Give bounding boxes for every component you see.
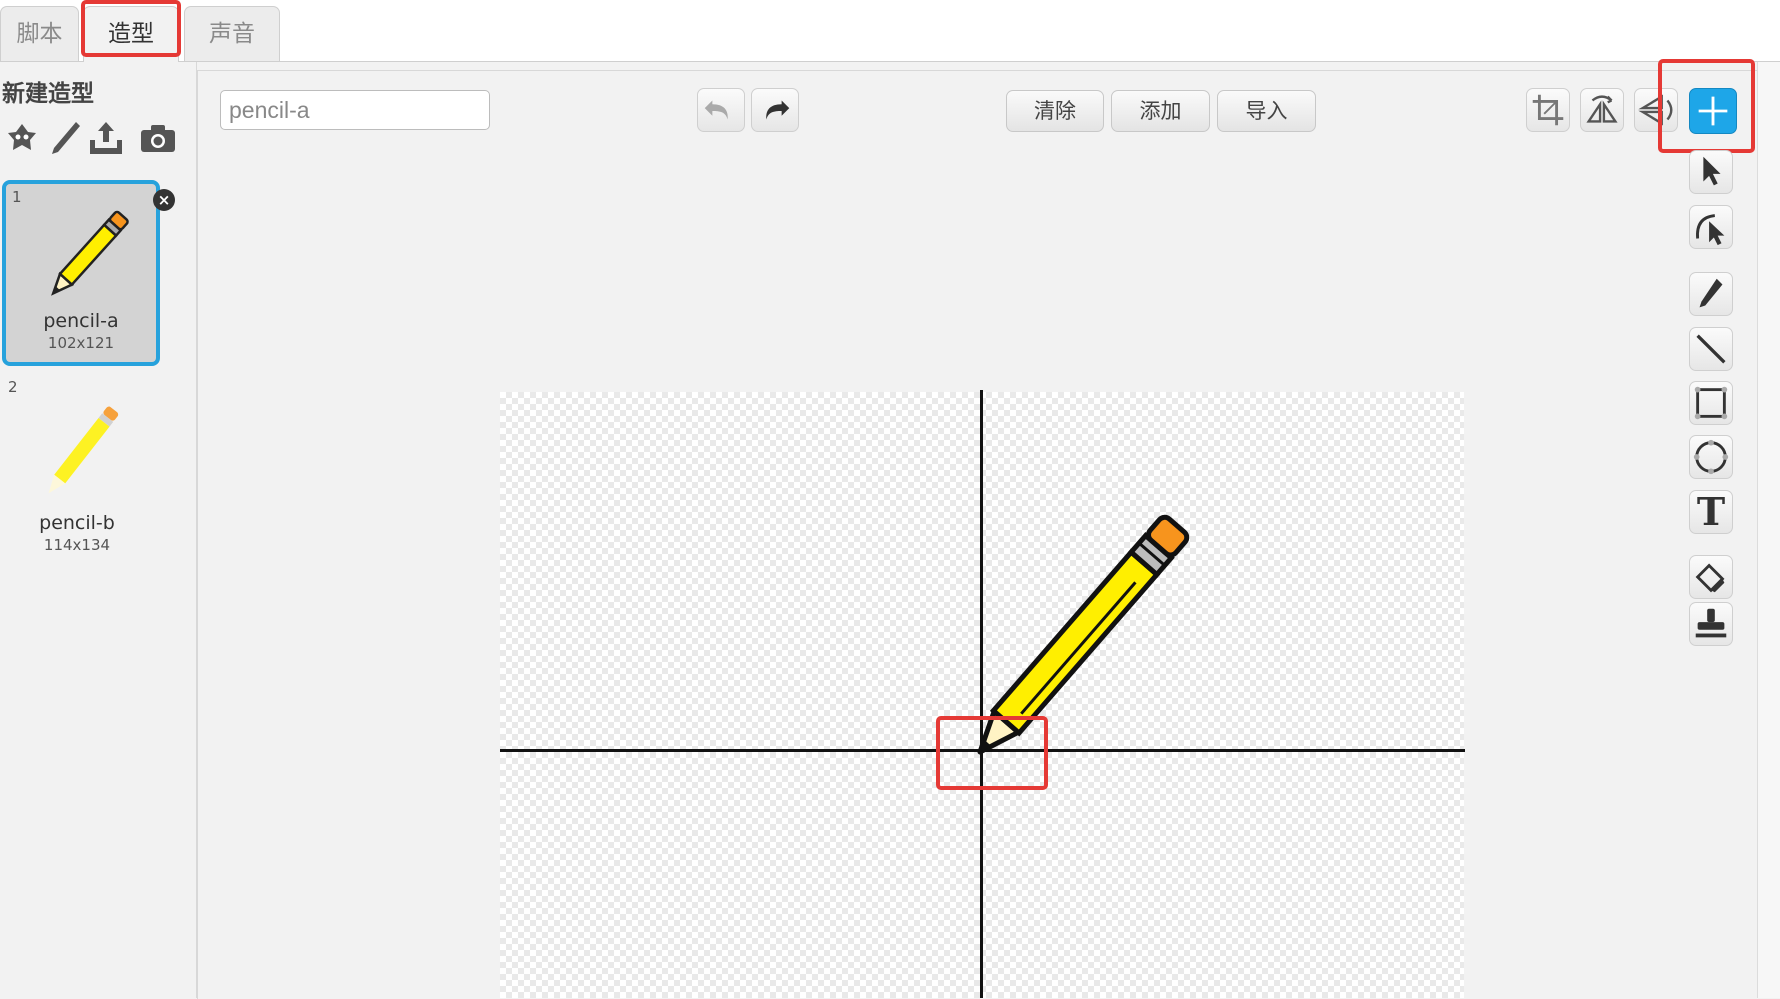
select-tool-button[interactable]	[1689, 150, 1733, 194]
costume-thumbnail	[51, 210, 129, 296]
add-button[interactable]: 添加	[1111, 90, 1210, 132]
ellipse-tool-icon	[1693, 439, 1729, 475]
flip-horizontal-button[interactable]	[1580, 88, 1624, 132]
rectangle-tool-icon	[1694, 386, 1728, 420]
costume-size: 102x121	[47, 334, 115, 352]
costume-size: 114x134	[43, 536, 111, 554]
new-costume-label: 新建造型	[2, 81, 94, 107]
pencil-costume-drawing[interactable]	[960, 510, 1200, 770]
redo-icon	[766, 100, 790, 120]
select-arrow-icon	[1703, 156, 1721, 186]
stamp-icon	[1695, 608, 1727, 638]
fill-bucket-icon	[1695, 563, 1725, 593]
costume-item-2[interactable]: 2 pencil-b 114x134	[2, 378, 160, 564]
costume-name: pencil-b	[39, 512, 115, 534]
pencil-icon[interactable]	[46, 118, 86, 158]
costume-name-input[interactable]	[220, 90, 490, 130]
costume-name: pencil-a	[43, 310, 119, 332]
line-tool-button[interactable]	[1689, 327, 1733, 371]
crop-button[interactable]	[1526, 88, 1570, 132]
tab-sounds-label: 声音	[209, 21, 255, 47]
flip-vertical-icon	[1638, 94, 1673, 126]
costume-thumbnail	[48, 406, 119, 494]
ellipse-tool-button[interactable]	[1689, 435, 1733, 479]
set-center-button[interactable]	[1689, 88, 1737, 134]
right-edge-panel	[1757, 62, 1780, 998]
flip-horizontal-icon	[1586, 95, 1618, 123]
text-tool-icon: T	[1696, 489, 1726, 534]
reshape-icon	[1696, 214, 1725, 246]
upload-icon[interactable]	[86, 118, 126, 158]
undo-button[interactable]	[697, 88, 745, 132]
tab-bar: 脚本 造型 声音	[0, 0, 1780, 62]
reshape-tool-button[interactable]	[1689, 205, 1733, 249]
costume-index: 2	[8, 378, 18, 396]
costume-index: 1	[12, 188, 22, 206]
redo-button[interactable]	[751, 88, 799, 132]
tab-costumes[interactable]: 造型	[83, 6, 179, 62]
rectangle-tool-button[interactable]	[1689, 381, 1733, 425]
pencil-tool-button[interactable]	[1689, 272, 1733, 316]
crop-icon	[1532, 94, 1564, 126]
delete-costume-button[interactable]: ×	[153, 189, 175, 211]
import-button[interactable]: 导入	[1217, 90, 1316, 132]
text-tool-button[interactable]: T	[1689, 490, 1733, 534]
tab-sounds[interactable]: 声音	[184, 6, 280, 61]
set-center-icon	[1698, 96, 1728, 126]
tab-scripts-label: 脚本	[16, 21, 63, 47]
tab-costumes-label: 造型	[108, 21, 154, 47]
pencil-tool-icon	[1699, 278, 1723, 308]
paint-brush-character-icon[interactable]	[2, 118, 42, 158]
clear-button[interactable]: 清除	[1006, 90, 1104, 132]
camera-icon[interactable]	[138, 118, 178, 158]
line-tool-icon	[1696, 334, 1726, 364]
undo-icon	[704, 100, 728, 120]
costume-panel: 新建造型 1 pencil-a 102x121 × 2 pencil-b 114…	[0, 62, 197, 998]
fill-tool-button[interactable]	[1689, 555, 1733, 599]
flip-vertical-button[interactable]	[1634, 88, 1678, 132]
stamp-tool-button[interactable]	[1689, 602, 1733, 646]
tab-scripts[interactable]: 脚本	[0, 6, 79, 61]
costume-item-1[interactable]: 1 pencil-a 102x121	[2, 180, 160, 366]
